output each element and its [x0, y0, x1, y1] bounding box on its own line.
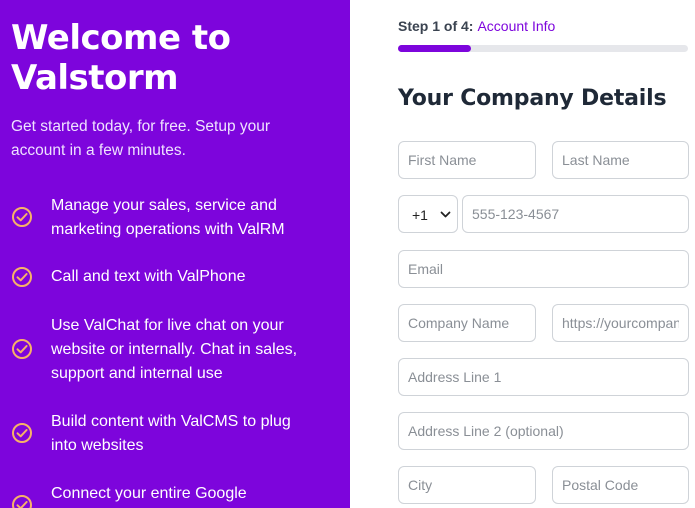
- check-circle-icon: [12, 207, 32, 227]
- check-circle-icon: [12, 267, 32, 287]
- feature-text: Manage your sales, service and marketing…: [51, 197, 285, 238]
- feature-text: Build content with ValCMS to plug into w…: [51, 413, 291, 454]
- last-name-field[interactable]: [552, 141, 689, 179]
- progress-fill: [398, 45, 471, 52]
- step-indicator: Step 1 of 4: Account Info: [398, 18, 555, 34]
- chevron-down-icon: [440, 211, 451, 218]
- check-circle-icon: [12, 423, 32, 443]
- email-field[interactable]: [398, 250, 689, 288]
- step-label: Step 1 of 4:: [398, 18, 474, 34]
- progress-bar: [398, 45, 688, 52]
- first-name-field[interactable]: [398, 141, 536, 179]
- country-code-select[interactable]: +1: [398, 195, 458, 233]
- website-field[interactable]: [552, 304, 689, 342]
- address-line-1-field[interactable]: [398, 358, 689, 396]
- form-heading: Your Company Details: [398, 86, 667, 111]
- phone-field[interactable]: [462, 195, 689, 233]
- check-circle-icon: [12, 339, 32, 359]
- feature-text: Call and text with ValPhone: [51, 268, 246, 285]
- company-name-field[interactable]: [398, 304, 536, 342]
- check-circle-icon: [12, 495, 32, 508]
- welcome-title: Welcome to Valstorm: [11, 18, 231, 98]
- welcome-panel: Welcome to Valstorm Get started today, f…: [0, 0, 350, 508]
- country-code-value: +1: [412, 207, 428, 223]
- address-line-2-field[interactable]: [398, 412, 689, 450]
- city-field[interactable]: [398, 466, 536, 504]
- feature-text: Use ValChat for live chat on your websit…: [51, 317, 298, 382]
- step-current: Account Info: [477, 18, 556, 34]
- feature-text: Connect your entire Google: [51, 485, 247, 502]
- welcome-subtitle: Get started today, for free. Setup your …: [11, 118, 271, 159]
- postal-code-field[interactable]: [552, 466, 689, 504]
- signup-form: Step 1 of 4: Account Info Your Company De…: [350, 0, 695, 508]
